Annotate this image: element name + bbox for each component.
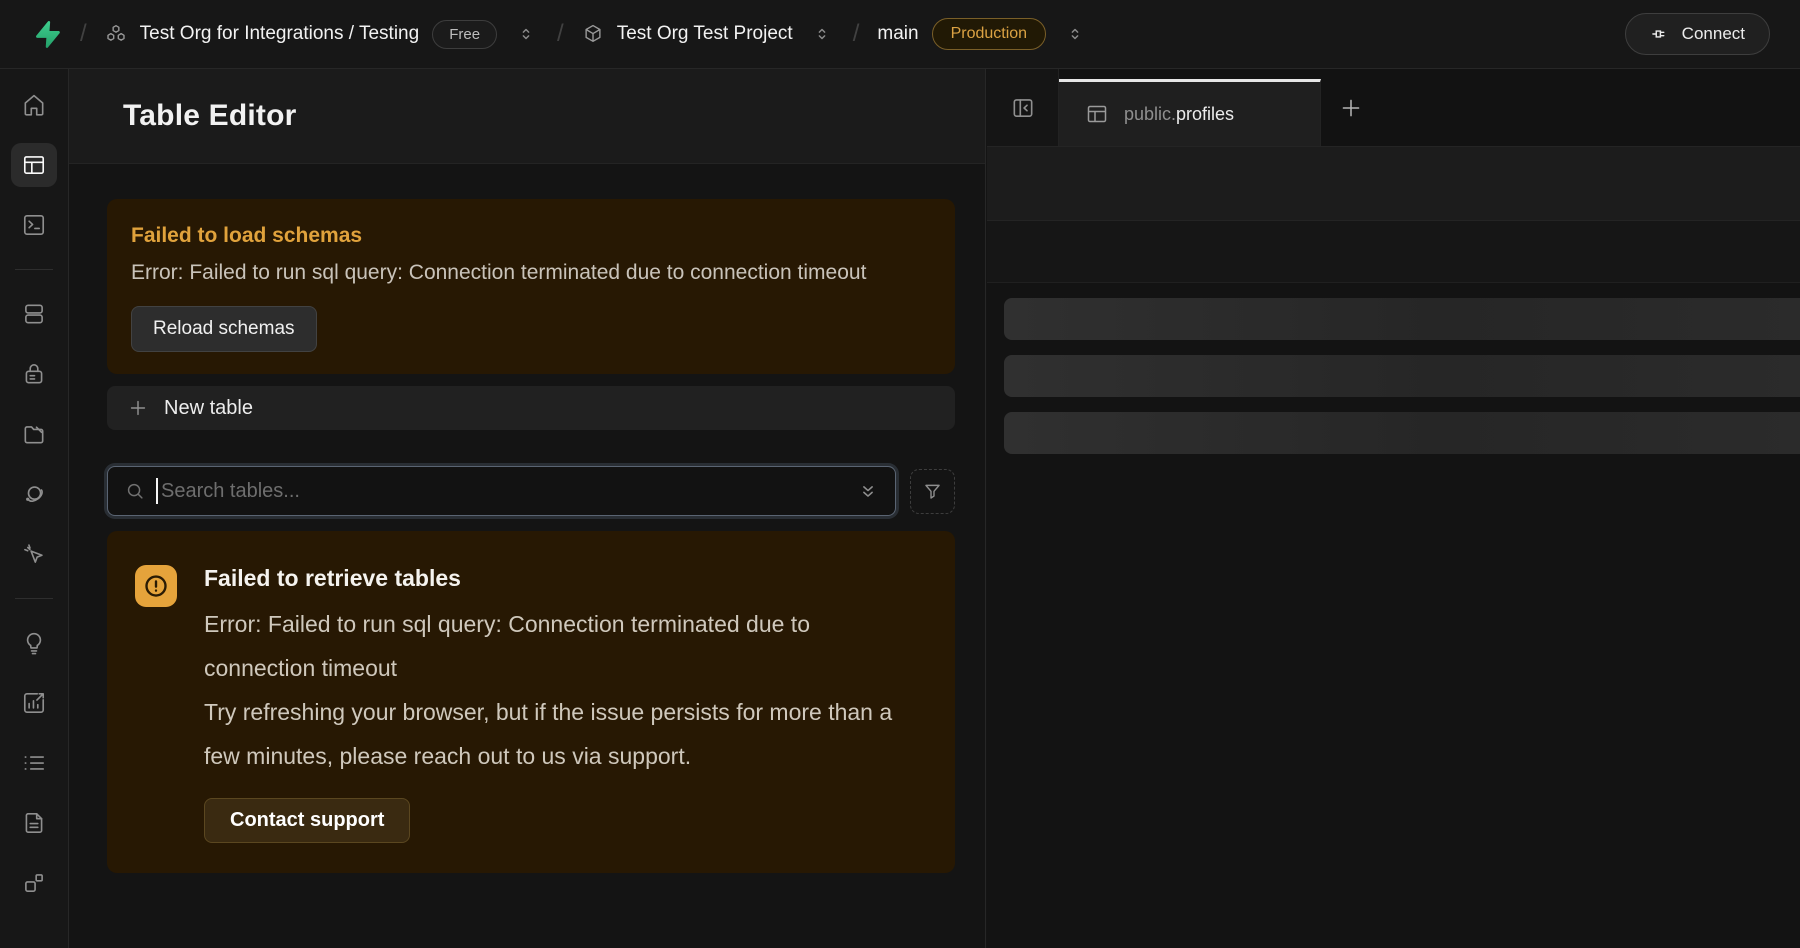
breadcrumb-separator: / — [851, 20, 862, 48]
alert-icon — [135, 565, 177, 607]
search-icon — [124, 480, 146, 502]
tab-schema-label: public. — [1124, 104, 1176, 124]
sidebar-item-logs[interactable] — [11, 741, 57, 785]
nav-divider — [15, 269, 53, 270]
skeleton-row — [1004, 355, 1800, 397]
file-text-icon — [21, 810, 47, 836]
skeleton-row — [1004, 412, 1800, 454]
new-table-button[interactable]: New table — [107, 386, 955, 430]
breadcrumb-separator: / — [78, 20, 89, 48]
sidebar-item-table-editor[interactable] — [11, 143, 57, 187]
terminal-icon — [21, 212, 47, 238]
auth-lock-icon — [21, 361, 47, 387]
sidebar-item-realtime[interactable] — [11, 532, 57, 576]
breadcrumb-org[interactable]: Test Org for Integrations / Testing Free — [105, 20, 497, 49]
app-header: / Test Org for Integrations / Testing Fr… — [0, 0, 1800, 69]
schema-error-message: Error: Failed to run sql query: Connecti… — [131, 261, 931, 285]
sidebar-item-storage[interactable] — [11, 412, 57, 456]
schema-error-title: Failed to load schemas — [131, 224, 931, 248]
cube-icon — [582, 23, 604, 45]
list-icon — [21, 750, 47, 776]
tab-public-profiles[interactable]: public.profiles — [1059, 79, 1321, 146]
environment-badge: Production — [932, 18, 1047, 50]
chart-icon — [21, 690, 47, 716]
plug-icon — [1650, 24, 1670, 44]
tab-bar: public.profiles — [987, 69, 1800, 147]
plan-badge: Free — [432, 20, 497, 49]
connect-button[interactable]: Connect — [1625, 13, 1770, 55]
skeleton-row — [1004, 298, 1800, 340]
search-placeholder: Search tables... — [161, 480, 300, 503]
chevrons-down-icon[interactable] — [857, 480, 879, 502]
sidebar-item-authentication[interactable] — [11, 352, 57, 396]
new-tab-button[interactable] — [1321, 69, 1381, 146]
sidebar-item-integrations[interactable] — [11, 861, 57, 905]
project-name: Test Org Test Project — [617, 23, 793, 45]
org-boxes-icon — [105, 23, 127, 45]
connect-label: Connect — [1682, 24, 1745, 44]
org-name: Test Org for Integrations / Testing — [140, 23, 420, 45]
branch-switcher-chevrons-icon[interactable] — [1062, 25, 1088, 43]
tables-error-message: Error: Failed to run sql query: Connecti… — [204, 602, 915, 778]
text-caret — [156, 478, 158, 504]
plus-icon — [1338, 95, 1364, 121]
grid-toolbar-loading — [987, 147, 1800, 221]
sidebar-item-api-docs[interactable] — [11, 801, 57, 845]
contact-support-button[interactable]: Contact support — [204, 798, 410, 843]
filter-funnel-icon — [922, 481, 943, 502]
loading-skeleton-rows — [987, 283, 1800, 454]
table-editor-panel: Table Editor Failed to load schemas Erro… — [69, 69, 986, 948]
panel-collapse-icon — [1010, 95, 1036, 121]
new-table-label: New table — [164, 397, 253, 420]
lightbulb-icon — [21, 630, 47, 656]
tables-error-title: Failed to retrieve tables — [204, 565, 915, 592]
breadcrumb-branch[interactable]: main Production — [877, 18, 1046, 50]
sidebar-item-reports[interactable] — [11, 681, 57, 725]
panel-header: Table Editor — [69, 69, 985, 164]
database-icon — [21, 301, 47, 327]
cursor-spark-icon — [21, 541, 47, 567]
branch-name: main — [877, 23, 918, 45]
home-icon — [21, 92, 47, 118]
sidebar-item-home[interactable] — [11, 83, 57, 127]
tables-error-banner: Failed to retrieve tables Error: Failed … — [107, 531, 955, 873]
nav-rail — [0, 69, 69, 948]
table-icon — [1085, 102, 1109, 126]
supabase-logo-icon[interactable] — [30, 18, 62, 50]
grid-editor-panel: public.profiles — [987, 69, 1800, 948]
filter-tables-button[interactable] — [910, 469, 955, 514]
tab-table-label: profiles — [1176, 104, 1234, 124]
breadcrumb-project[interactable]: Test Org Test Project — [582, 23, 793, 45]
schema-error-banner: Failed to load schemas Error: Failed to … — [107, 199, 955, 374]
orbit-icon — [21, 481, 47, 507]
reload-schemas-button[interactable]: Reload schemas — [131, 306, 317, 352]
grid-header-loading — [987, 221, 1800, 283]
plus-icon — [127, 397, 149, 419]
org-switcher-chevrons-icon[interactable] — [513, 25, 539, 43]
sidebar-item-database[interactable] — [11, 292, 57, 336]
table-icon — [21, 152, 47, 178]
blocks-icon — [21, 870, 47, 896]
collapse-sidebar-button[interactable] — [987, 69, 1059, 146]
project-switcher-chevrons-icon[interactable] — [809, 25, 835, 43]
folder-icon — [21, 421, 47, 447]
nav-divider — [15, 598, 53, 599]
page-title: Table Editor — [123, 99, 297, 133]
sidebar-item-advisors[interactable] — [11, 621, 57, 665]
sidebar-item-sql-editor[interactable] — [11, 203, 57, 247]
search-tables-input[interactable]: Search tables... — [107, 466, 896, 516]
breadcrumb-separator: / — [555, 20, 566, 48]
sidebar-item-edge-functions[interactable] — [11, 472, 57, 516]
